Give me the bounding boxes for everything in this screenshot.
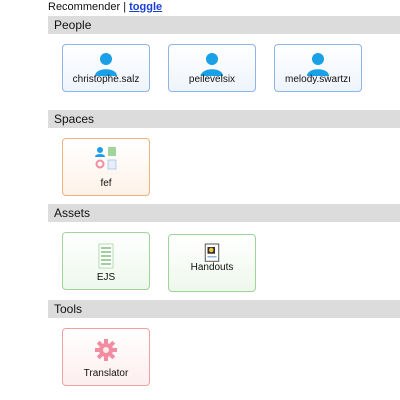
person-card[interactable]: christophe.salz — [62, 44, 150, 92]
section-header-people: People — [48, 16, 400, 34]
person-card[interactable]: peilevelsix — [168, 44, 256, 92]
handout-icon — [203, 243, 221, 263]
person-name: christophe.salz — [72, 74, 140, 85]
section-header-tools: Tools — [48, 300, 400, 318]
person-name: melody.swartzı — [285, 74, 351, 85]
space-name: fef — [100, 178, 112, 189]
asset-name: Handouts — [190, 262, 234, 273]
section-header-spaces: Spaces — [48, 110, 400, 128]
recommender-header: Recommender | toggle — [48, 0, 162, 14]
asset-name: EJS — [96, 272, 116, 283]
person-name: peilevelsix — [188, 74, 236, 85]
gear-icon — [94, 337, 118, 363]
toggle-link[interactable]: toggle — [129, 1, 162, 13]
recommender-title: Recommender — [48, 1, 121, 13]
asset-card[interactable]: EJS — [62, 232, 150, 290]
space-icon — [94, 145, 118, 171]
tool-name: Translator — [83, 368, 129, 379]
tool-card[interactable]: Translator — [62, 328, 150, 386]
asset-card[interactable]: Handouts — [168, 234, 256, 292]
document-icon — [94, 243, 118, 269]
person-card[interactable]: melody.swartzı — [274, 44, 362, 92]
header-separator: | — [123, 1, 127, 13]
section-header-assets: Assets — [48, 204, 400, 222]
space-card[interactable]: fef — [62, 138, 150, 196]
